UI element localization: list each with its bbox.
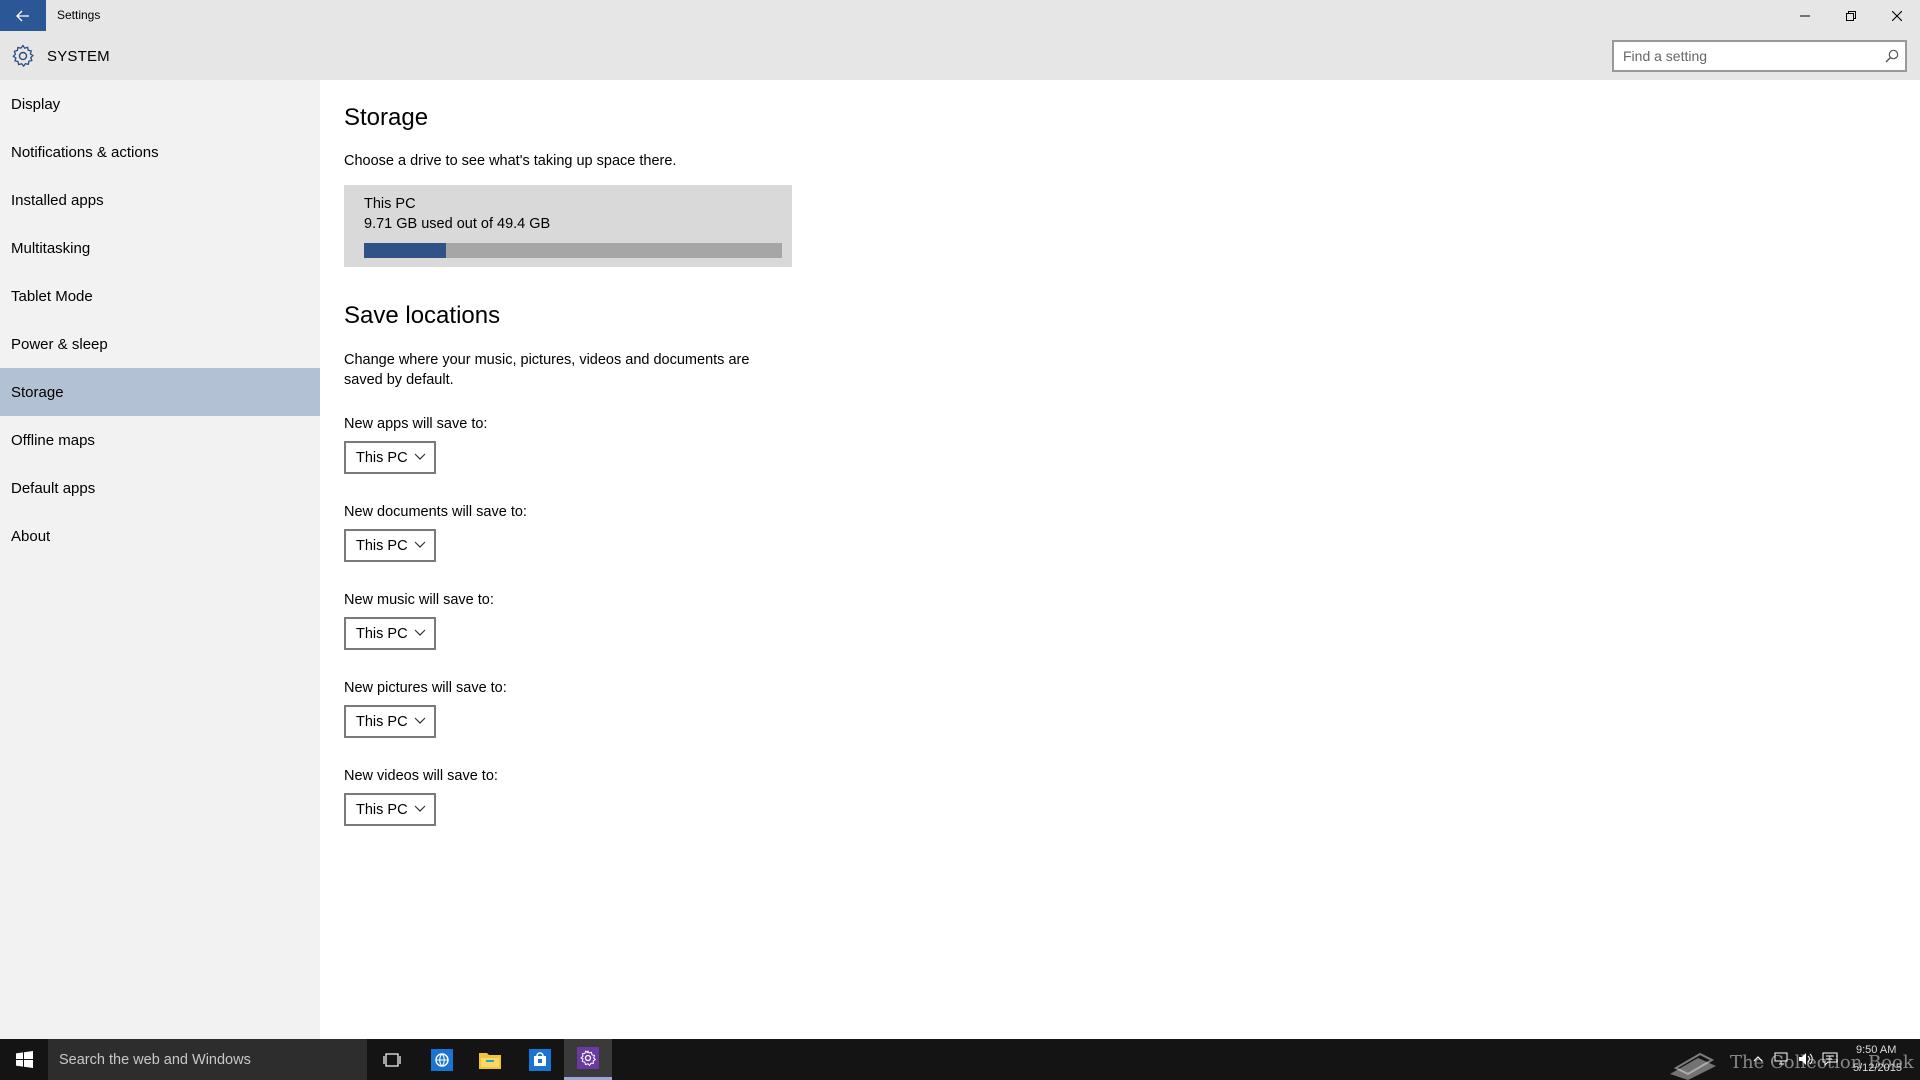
network-icon: [1774, 1052, 1788, 1065]
edge-browser-button[interactable]: [418, 1039, 466, 1080]
file-explorer-button[interactable]: [466, 1039, 514, 1080]
settings-app-icon: [577, 1047, 599, 1069]
chevron-down-icon: [414, 541, 426, 548]
music-save-dropdown[interactable]: This PC: [344, 617, 436, 650]
settings-app-button[interactable]: [564, 1039, 612, 1080]
save-locations-description-line2: saved by default.: [344, 372, 454, 388]
sidebar-item-label: Notifications & actions: [11, 143, 159, 161]
drive-usage-text: 9.71 GB used out of 49.4 GB: [364, 216, 551, 232]
chevron-down-icon: [414, 629, 426, 636]
sidebar: Display Notifications & actions Installe…: [0, 80, 320, 1039]
close-icon: [1892, 10, 1902, 21]
apps-save-dropdown[interactable]: This PC: [344, 441, 436, 474]
chevron-up-icon: [1753, 1056, 1763, 1062]
pictures-save-dropdown[interactable]: This PC: [344, 705, 436, 738]
sidebar-item-offline-maps[interactable]: Offline maps: [0, 416, 320, 464]
restore-button[interactable]: [1828, 0, 1874, 31]
sidebar-item-label: Tablet Mode: [11, 287, 93, 305]
taskbar: Search the web and Windows The Collectio…: [0, 1039, 1920, 1080]
taskbar-search-text: Search the web and Windows: [59, 1051, 251, 1068]
sidebar-item-label: Offline maps: [11, 431, 95, 449]
store-button[interactable]: [516, 1039, 564, 1080]
show-hidden-icons-button[interactable]: [1753, 1051, 1763, 1067]
page-header: SYSTEM: [0, 31, 1920, 80]
sidebar-item-installed-apps[interactable]: Installed apps: [0, 176, 320, 224]
drive-name: This PC: [364, 196, 416, 212]
dropdown-value: This PC: [356, 801, 408, 818]
file-explorer-icon: [479, 1052, 501, 1069]
section-title: SYSTEM: [47, 48, 110, 65]
search-icon[interactable]: [1885, 49, 1899, 63]
pictures-save-label: New pictures will save to:: [344, 680, 507, 696]
sidebar-item-power-sleep[interactable]: Power & sleep: [0, 320, 320, 368]
storage-heading: Storage: [344, 104, 429, 131]
window-title: Settings: [57, 8, 101, 22]
title-bar: Settings: [0, 0, 1920, 31]
sidebar-item-label: Installed apps: [11, 191, 104, 209]
store-icon: [529, 1048, 551, 1071]
back-button[interactable]: [0, 0, 46, 31]
storage-usage-bar: [364, 243, 782, 258]
videos-save-label: New videos will save to:: [344, 768, 498, 784]
sidebar-item-label: Display: [11, 95, 61, 113]
music-save-label: New music will save to:: [344, 592, 494, 608]
videos-save-dropdown[interactable]: This PC: [344, 793, 436, 826]
dropdown-value: This PC: [356, 537, 408, 554]
sidebar-item-notifications[interactable]: Notifications & actions: [0, 128, 320, 176]
sidebar-item-label: Storage: [11, 383, 64, 401]
save-locations-heading: Save locations: [344, 302, 501, 329]
close-button[interactable]: [1874, 0, 1920, 31]
search-box[interactable]: [1612, 40, 1907, 72]
action-center-icon: [1822, 1052, 1838, 1066]
storage-usage-fill: [364, 243, 447, 258]
minimize-icon: [1800, 15, 1810, 16]
chevron-down-icon: [414, 717, 426, 724]
task-view-icon: [383, 1052, 401, 1067]
arrow-left-icon: [16, 10, 29, 21]
documents-save-dropdown[interactable]: This PC: [344, 529, 436, 562]
storage-description: Choose a drive to see what's taking up s…: [344, 153, 677, 169]
sidebar-item-tablet-mode[interactable]: Tablet Mode: [0, 272, 320, 320]
apps-save-label: New apps will save to:: [344, 416, 488, 432]
sidebar-item-storage[interactable]: Storage: [0, 368, 320, 416]
restore-icon: [1846, 10, 1856, 21]
gear-icon: [12, 44, 34, 67]
volume-icon: [1799, 1053, 1813, 1065]
sidebar-item-about[interactable]: About: [0, 512, 320, 560]
windows-logo-icon: [15, 1051, 33, 1068]
sidebar-item-label: Default apps: [11, 479, 96, 497]
book-logo-icon: [1670, 1052, 1716, 1080]
sidebar-item-label: About: [11, 527, 51, 545]
dropdown-value: This PC: [356, 713, 408, 730]
chevron-down-icon: [414, 805, 426, 812]
sidebar-item-multitasking[interactable]: Multitasking: [0, 224, 320, 272]
task-view-button[interactable]: [368, 1039, 416, 1080]
taskbar-search-box[interactable]: Search the web and Windows: [48, 1039, 367, 1080]
network-button[interactable]: [1774, 1051, 1790, 1067]
sidebar-item-display[interactable]: Display: [0, 80, 320, 128]
save-locations-description-line1: Change where your music, pictures, video…: [344, 352, 750, 368]
edge-browser-icon: [431, 1048, 453, 1071]
sidebar-item-default-apps[interactable]: Default apps: [0, 464, 320, 512]
sidebar-item-label: Power & sleep: [11, 335, 108, 353]
clock-date[interactable]: 5/12/2015: [1853, 1062, 1902, 1074]
dropdown-value: This PC: [356, 449, 408, 466]
drive-tile-this-pc[interactable]: This PC 9.71 GB used out of 49.4 GB: [344, 185, 792, 267]
minimize-button[interactable]: [1782, 0, 1828, 31]
action-center-button[interactable]: [1822, 1051, 1838, 1067]
volume-button[interactable]: [1798, 1051, 1814, 1067]
clock-time[interactable]: 9:50 AM: [1856, 1044, 1896, 1056]
chevron-down-icon: [414, 453, 426, 460]
start-button[interactable]: [0, 1039, 48, 1080]
dropdown-value: This PC: [356, 625, 408, 642]
sidebar-item-label: Multitasking: [11, 239, 91, 257]
documents-save-label: New documents will save to:: [344, 504, 527, 520]
search-input[interactable]: [1614, 42, 1905, 70]
